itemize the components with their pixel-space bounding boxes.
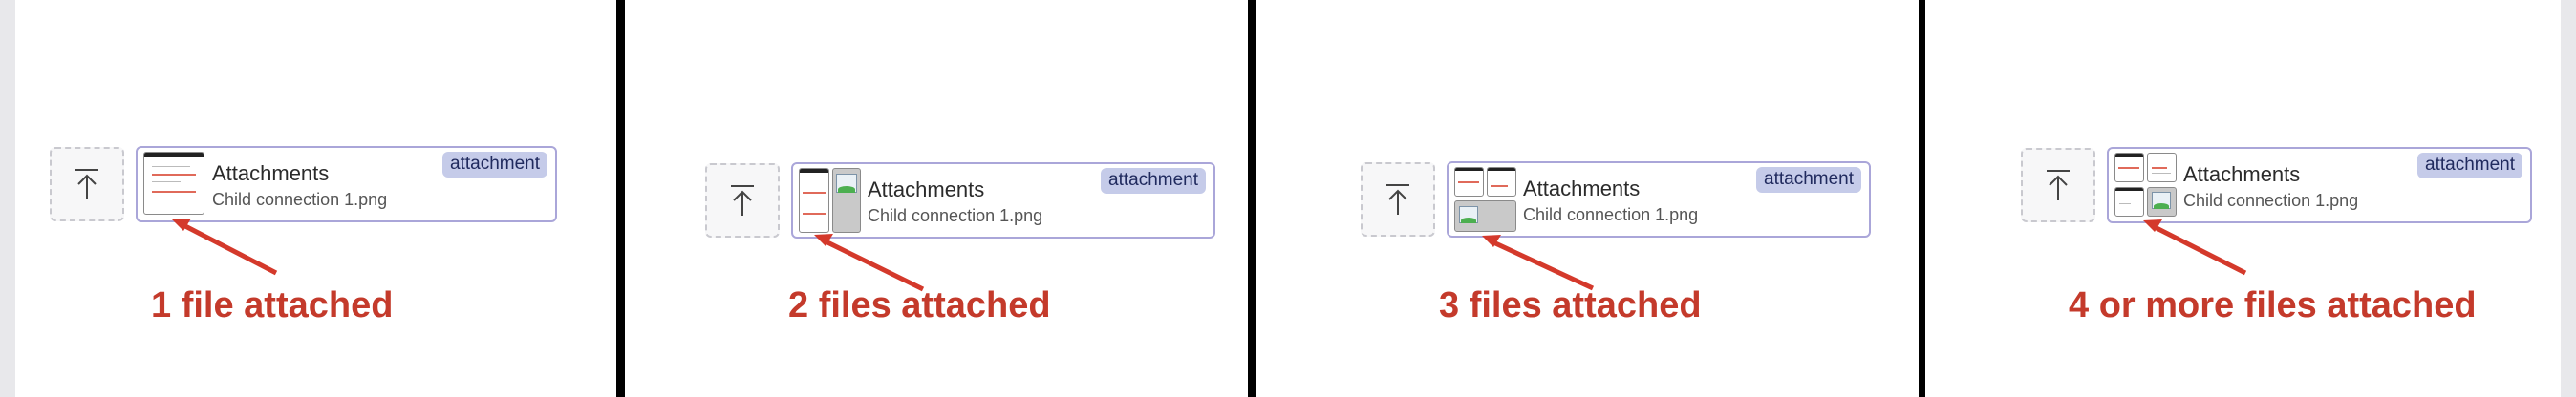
panel-three-files: Attachments Child connection 1.png attac… <box>1256 0 1919 397</box>
caption: 2 files attached <box>788 285 1051 325</box>
caption: 1 file attached <box>151 285 394 325</box>
comparison-stage: Attachments Child connection 1.png attac… <box>0 0 2576 397</box>
red-arrow-icon <box>1482 235 1595 291</box>
caption: 3 files attached <box>1439 285 1702 325</box>
panel-one-file: Attachments Child connection 1.png attac… <box>0 0 616 397</box>
red-arrow-icon <box>172 219 278 276</box>
panel-two-files: Attachments Child connection 1.png attac… <box>625 0 1248 397</box>
red-arrow-icon <box>2143 219 2247 276</box>
red-arrow-icon <box>814 234 925 292</box>
caption: 4 or more files attached <box>2069 285 2477 325</box>
panel-four-or-more-files: Attachments Child connection 1.png attac… <box>1925 0 2576 397</box>
